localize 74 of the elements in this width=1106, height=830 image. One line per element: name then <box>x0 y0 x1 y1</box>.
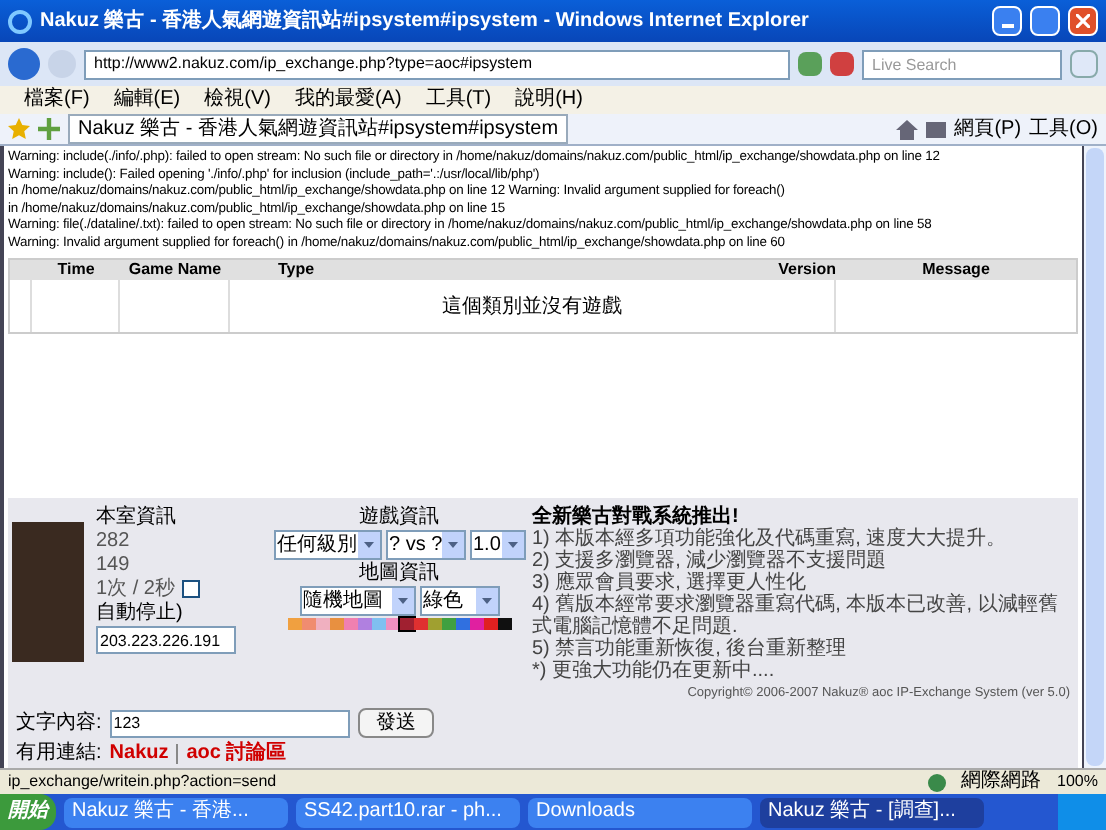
menu-item[interactable]: 檢視(V) <box>204 90 271 110</box>
link[interactable]: Nakuz <box>109 742 169 766</box>
dropdown[interactable]: 隨機地圖 <box>299 586 415 616</box>
toolbar-button[interactable]: 網頁(P) <box>954 114 1022 144</box>
refresh-rate: 1次 / 2秒 <box>96 578 175 600</box>
message-label: 文字內容: <box>16 709 102 738</box>
caret-icon <box>441 532 463 558</box>
news-item: 3) 應眾會員要求, 選擇更人性化 <box>532 572 809 594</box>
caret-icon <box>357 532 379 558</box>
home-icon[interactable] <box>896 119 919 139</box>
caret-icon <box>501 532 523 558</box>
maximize-button[interactable] <box>1030 6 1060 36</box>
caret-icon <box>391 588 413 614</box>
news-title: 全新樂古對戰系統推出! <box>532 506 741 528</box>
color-swatch[interactable] <box>399 618 413 630</box>
window-title: Nakuz 樂古 - 香港人氣網遊資訊站#ipsystem#ipsystem - Windows Internet Explorer <box>40 7 811 36</box>
news-item: 5) 禁言功能重新恢復, 後台重新整理 <box>532 638 849 660</box>
menu-item[interactable]: 檔案(F) <box>24 90 90 110</box>
links-label: 有用連結: <box>16 742 102 766</box>
scrollbar[interactable] <box>1082 146 1106 768</box>
dropdown[interactable]: ? vs ? <box>385 530 465 560</box>
news-item: *) 更強大功能仍在更新中.... <box>532 660 777 682</box>
address-field[interactable]: http://www2.nakuz.com/ip_exchange.php?type=aoc#ipsystem <box>84 49 790 79</box>
back-button[interactable] <box>8 48 40 80</box>
caret-icon <box>475 588 497 614</box>
auto-stop-note: 自動停止) <box>94 602 185 624</box>
message-field[interactable]: 123 <box>109 709 350 737</box>
column-header: Version <box>776 258 836 282</box>
news-item: 2) 支援多瀏覽器, 減少瀏覽器不支援問題 <box>532 550 889 572</box>
section-title: 遊戲資訊 <box>359 506 439 528</box>
toolbar-button[interactable]: 工具(O) <box>1029 114 1098 144</box>
section-title: 本室資訊 <box>94 506 178 528</box>
minimize-button[interactable] <box>992 6 1022 36</box>
empty-message: 這個類別並沒有遊戲 <box>442 293 622 321</box>
menu-item[interactable]: 編輯(E) <box>113 90 181 110</box>
taskbar-button[interactable]: SS42.part10.rar - ph... <box>296 797 520 827</box>
stop-button[interactable] <box>830 52 854 76</box>
stat-value: 282 <box>94 530 132 552</box>
system-tray <box>1058 794 1106 830</box>
globe-icon <box>927 773 946 791</box>
section-title: 地圖資訊 <box>359 562 439 584</box>
ip-field[interactable]: 203.223.226.191 <box>96 626 236 654</box>
dropdown[interactable]: 綠色 <box>419 586 499 616</box>
dropdown[interactable]: 1.0 <box>469 530 525 560</box>
column-header: Type <box>276 258 317 282</box>
zoom-level[interactable]: 100% <box>1057 770 1098 794</box>
close-icon <box>1076 14 1090 28</box>
taskbar-button[interactable]: Nakuz 樂古 - 香港... <box>64 797 288 827</box>
game-poster-placeholder <box>12 522 84 662</box>
taskbar-button[interactable]: Downloads <box>528 797 752 827</box>
browser-tab[interactable]: Nakuz 樂古 - 香港人氣網遊資訊站#ipsystem#ipsystem <box>68 114 569 144</box>
column-header: Time <box>55 258 97 282</box>
start-button[interactable]: 開始 <box>0 794 56 830</box>
search-field[interactable]: Live Search <box>862 49 1062 79</box>
zone-text: 網際網路 <box>961 772 1042 792</box>
send-button[interactable]: 發送 <box>357 708 434 738</box>
column-header: Message <box>920 258 992 282</box>
column-header: Game Name <box>126 258 224 282</box>
favorites-star-icon[interactable] <box>8 118 30 140</box>
add-favorite-icon[interactable] <box>38 118 60 140</box>
menu-item[interactable]: 說明(H) <box>515 90 583 110</box>
color-swatch[interactable] <box>287 618 301 630</box>
taskbar-button[interactable]: Nakuz 樂古 - [調查]... <box>760 797 984 827</box>
news-item: 4) 舊版本經常要求瀏覽器重寫代碼, 本版本已改善, 以減輕舊式電腦記憶體不足問題. <box>532 594 1060 638</box>
dropdown[interactable]: 任何級別 <box>273 530 381 560</box>
link[interactable]: aoc 討論區 <box>186 742 287 766</box>
menu-item[interactable]: 工具(T) <box>425 90 492 110</box>
menu-item[interactable]: 我的最愛(A) <box>294 90 402 110</box>
refresh-button[interactable] <box>798 52 822 76</box>
news-item: 1) 本版本經多項功能強化及代碼重寫, 速度大大提升。 <box>532 528 1009 550</box>
status-url: ip_exchange/writein.php?action=send <box>8 770 279 794</box>
stat-value: 149 <box>94 554 132 576</box>
close-button[interactable] <box>1068 6 1098 36</box>
auto-refresh-checkbox[interactable] <box>182 580 201 598</box>
